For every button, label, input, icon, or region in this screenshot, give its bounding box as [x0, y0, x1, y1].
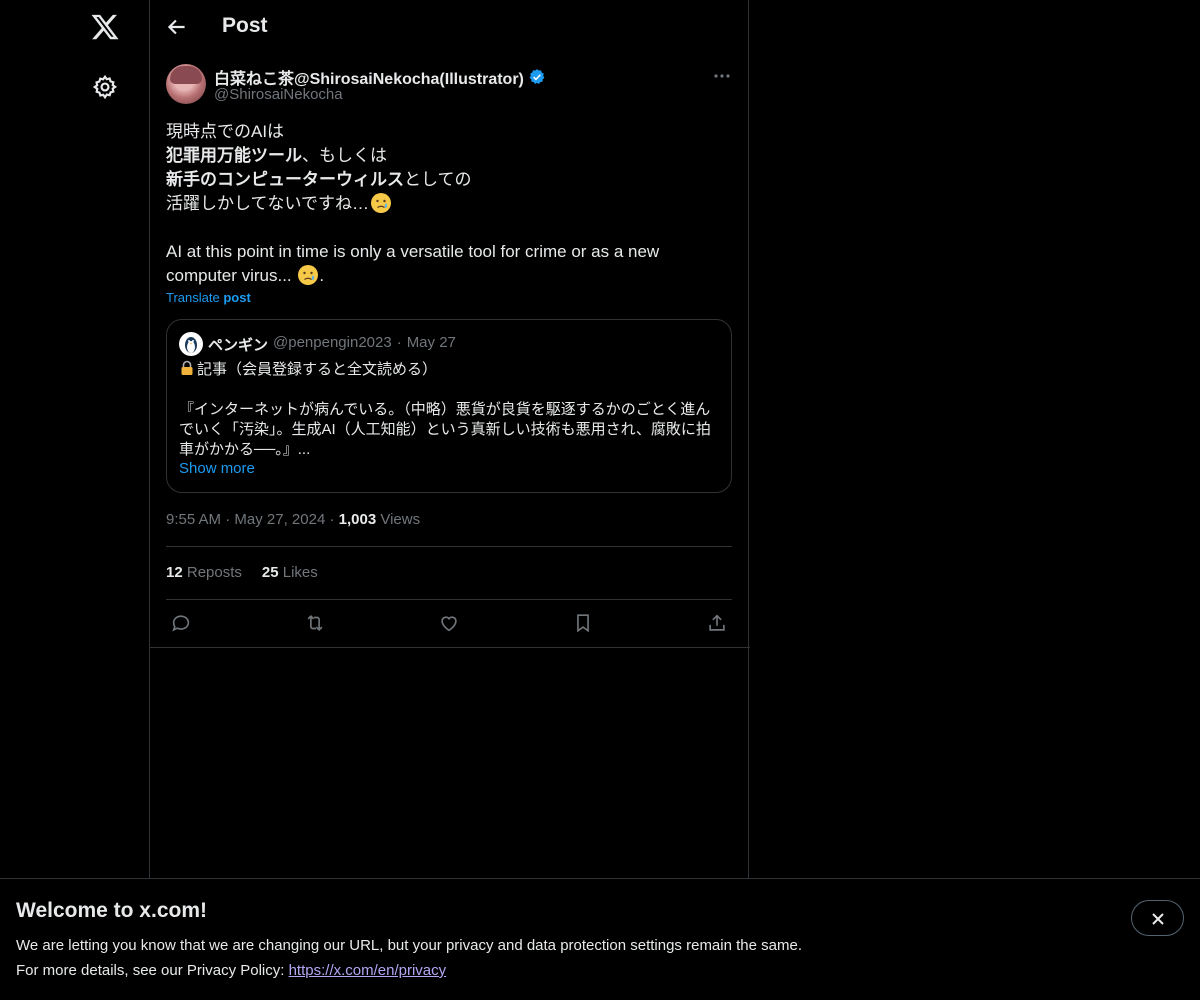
quote-text-line: 記事（会員登録すると全文読める）	[179, 360, 724, 380]
quote-name-row: ペンギン @penpengin2023 · May 27	[208, 334, 456, 355]
quote-text-line: 『インターネットが病んでいる。（中略）悪貨が良貨を駆逐するかのごとく進ん	[179, 401, 711, 418]
translate-label: Translate	[166, 290, 220, 305]
x-logo-icon[interactable]	[90, 12, 120, 42]
post-text-line: 新手のコンピューターウィルスとしての	[166, 168, 732, 192]
close-banner-button[interactable]	[1131, 900, 1184, 936]
post-text-span: .	[319, 266, 325, 285]
quote-text-line: でいく「汚染」。生成AI（人工知能）という真新しい技術も悪用され、腐敗に拍	[179, 421, 711, 438]
more-icon[interactable]	[712, 66, 732, 86]
divider	[166, 546, 732, 547]
banner-text: For more details, see our Privacy Policy…	[16, 962, 446, 979]
reposts-stat[interactable]: 12 Reposts	[166, 564, 242, 581]
crying-face-icon	[370, 193, 391, 213]
post-text-span: 活躍しかしてないですね…	[166, 194, 369, 213]
welcome-banner: Welcome to x.com! We are letting you kno…	[0, 878, 1200, 1000]
quote-separator: ·	[396, 334, 402, 351]
main-column: Post 白菜ねこ茶@ShirosaiNekocha(Illustrator) …	[149, 0, 750, 1000]
quote-text: 記事（会員登録すると全文読める） 『インターネットが病んでいる。（中略）悪貨が良…	[179, 360, 724, 460]
post-text-line	[166, 216, 732, 240]
privacy-policy-link[interactable]: https://x.com/en/privacy	[289, 962, 447, 979]
divider	[150, 647, 750, 648]
quote-author-handle: @penpengin2023	[273, 334, 392, 351]
post-text-bold: 犯罪用万能ツール	[166, 146, 302, 165]
banner-title: Welcome to x.com!	[16, 899, 207, 922]
quote-avatar	[179, 332, 203, 356]
quote-text-line	[179, 380, 724, 400]
reposts-count: 12	[166, 564, 183, 581]
reply-icon[interactable]	[170, 612, 192, 634]
post-text-line: 活躍しかしてないですね…	[166, 192, 732, 216]
post-time[interactable]: 9:55 AM	[166, 511, 221, 528]
post-text-span: 、もしくは	[302, 146, 387, 165]
lock-icon	[181, 360, 193, 375]
quote-author-name: ペンギン	[208, 337, 269, 354]
author-handle[interactable]: @ShirosaiNekocha	[214, 86, 343, 103]
verified-badge-icon	[529, 69, 545, 84]
action-bar	[166, 612, 732, 634]
bookmark-icon[interactable]	[572, 612, 594, 634]
avatar[interactable]	[166, 64, 206, 104]
quoted-post[interactable]: ペンギン @penpengin2023 · May 27 記事（会員登録すると全…	[166, 319, 732, 493]
gear-icon[interactable]	[92, 74, 118, 100]
repost-icon[interactable]	[304, 612, 326, 634]
translate-bold: post	[223, 290, 251, 305]
share-icon[interactable]	[706, 612, 728, 634]
crying-face-icon	[298, 265, 319, 285]
post-text-bold: 新手のコンピューターウィルス	[166, 170, 404, 189]
translate-post-link[interactable]: Translate post	[166, 290, 251, 305]
post-text-span: としての	[404, 170, 472, 189]
close-icon	[1152, 913, 1164, 925]
like-icon[interactable]	[438, 612, 460, 634]
show-more-link[interactable]: Show more	[179, 460, 255, 477]
page-title: Post	[222, 14, 268, 37]
likes-stat[interactable]: 25 Likes	[262, 564, 318, 581]
post-text-line: AI at this point in time is only a versa…	[166, 242, 660, 261]
banner-text-prefix: For more details, see our Privacy Policy…	[16, 962, 289, 979]
reposts-label: Reposts	[186, 564, 242, 581]
back-arrow-icon[interactable]	[164, 14, 190, 40]
divider	[166, 599, 732, 600]
post-text-line: 犯罪用万能ツール、もしくは	[166, 144, 732, 168]
views-count: 1,003	[338, 511, 377, 528]
post-text-line: computer virus... .	[166, 264, 732, 288]
quote-text-span: 記事（会員登録すると全文読める）	[197, 361, 438, 378]
likes-count: 25	[261, 564, 279, 581]
quote-text-line: 車がかかる──。』...	[179, 441, 311, 458]
header: Post	[150, 0, 748, 54]
left-rail	[0, 0, 150, 1000]
separator: ·	[329, 511, 335, 528]
post-text: 現時点でのAIは 犯罪用万能ツール、もしくは 新手のコンピューターウィルスとして…	[166, 120, 732, 288]
post-text-span: computer virus...	[166, 266, 292, 285]
banner-text: We are letting you know that we are chan…	[16, 937, 802, 954]
post-text-line: 現時点でのAIは	[166, 122, 285, 141]
views-label: Views	[380, 511, 421, 528]
stats-row: 12 Reposts 25 Likes	[166, 564, 318, 581]
post-date[interactable]: May 27, 2024	[234, 511, 325, 528]
timestamp-row: 9:55 AM · May 27, 2024 · 1,003 Views	[166, 511, 420, 528]
likes-label: Likes	[282, 564, 318, 581]
quote-date: May 27	[406, 334, 456, 351]
separator: ·	[225, 511, 231, 528]
